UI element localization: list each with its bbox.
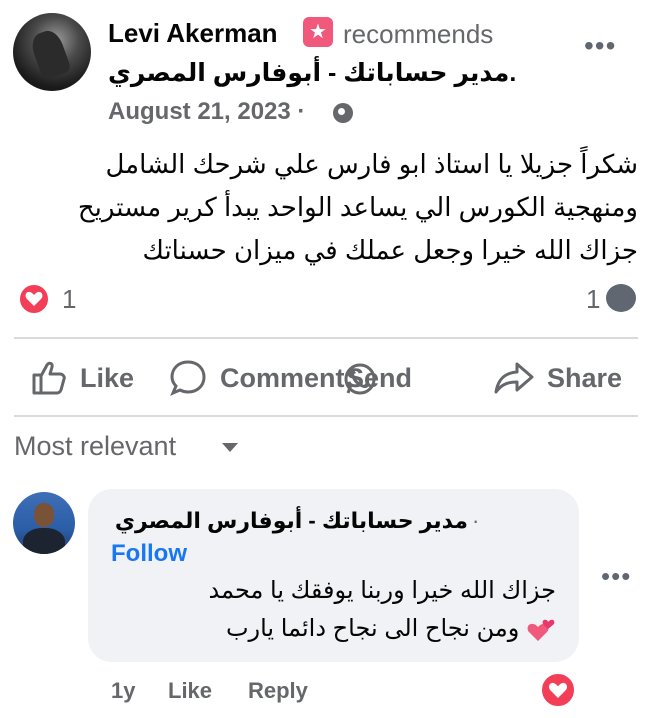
comment-count-icon[interactable]	[606, 284, 636, 312]
like-label: Like	[80, 362, 135, 393]
post-text-line: ومنهجية الكورس الي يساعد الواحد يبدأ كري…	[77, 192, 638, 222]
post-text-line: شكراً جزيلا يا استاذ ابو فارس علي شرحك ا…	[105, 149, 638, 179]
post-more-options-icon[interactable]: •••	[584, 30, 616, 62]
comment-text-line: جزاك الله خيرا وربنا يوفقك يا محمد	[208, 577, 556, 604]
love-reaction-icon[interactable]	[540, 672, 576, 708]
divider	[14, 337, 638, 339]
like-button[interactable]: Like	[30, 358, 134, 398]
comment-bubble-icon	[170, 360, 206, 396]
post-text: شكراً جزيلا يا استاذ ابو فارس علي شرحك ا…	[30, 143, 638, 272]
follow-button[interactable]: Follow	[111, 540, 187, 568]
comment-like-button[interactable]: Like	[168, 678, 212, 704]
author-name[interactable]: Levi Akerman	[108, 18, 278, 49]
comment-count[interactable]: 1	[586, 284, 600, 315]
chevron-down-icon[interactable]	[222, 443, 238, 452]
divider	[14, 415, 638, 417]
post-date[interactable]: August 21, 2023 ·	[108, 98, 305, 126]
reaction-count[interactable]: 1	[62, 284, 76, 315]
commenter-name[interactable]: مدير حساباتك - أبوفارس المصري	[110, 508, 468, 534]
recommendation-star-icon: ★	[303, 17, 333, 47]
author-avatar[interactable]	[13, 13, 91, 91]
comment-button[interactable]: Comment	[168, 358, 345, 398]
share-arrow-icon	[494, 362, 534, 394]
comment-more-options-icon[interactable]: •••	[601, 561, 631, 592]
post-text-line: جزاك الله خيرا وجعل عملك في ميزان حسناتك	[142, 235, 638, 265]
thumbs-up-icon	[32, 361, 66, 395]
whatsapp-icon	[340, 360, 380, 405]
share-label: Share	[547, 362, 623, 393]
page-name-link[interactable]: مدير حساباتك - أبوفارس المصري.	[108, 58, 518, 88]
two-hearts-icon	[526, 617, 556, 643]
comment-reply-button[interactable]: Reply	[248, 678, 308, 704]
share-button[interactable]: Share	[493, 358, 622, 398]
name-separator: ·	[472, 508, 480, 533]
comment-label: Comment	[220, 362, 345, 393]
comment-text-line: ومن نجاح الى نجاح دائما يارب	[225, 615, 520, 642]
recommends-label: recommends	[343, 19, 494, 49]
commenter-avatar[interactable]	[13, 492, 75, 554]
comment-timestamp[interactable]: 1y	[111, 678, 135, 704]
globe-icon	[333, 103, 353, 123]
love-reaction-icon[interactable]	[18, 283, 50, 315]
comment-text: جزاك الله خيرا وربنا يوفقك يا محمد ومن ن…	[120, 572, 556, 648]
comment-sort-dropdown[interactable]: Most relevant	[14, 431, 176, 462]
